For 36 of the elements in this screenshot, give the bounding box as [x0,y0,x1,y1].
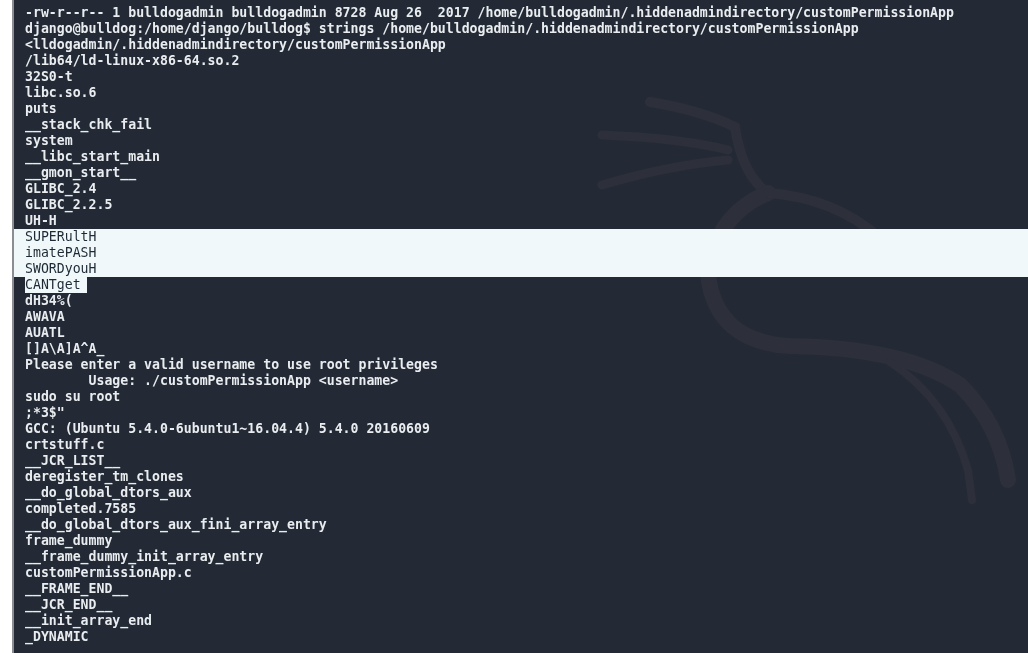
terminal-line: <lldogadmin/.hiddenadmindirectory/customPermissionApp [25,37,446,53]
terminal-line: __init_array_end [25,613,153,629]
terminal-line: __do_global_dtors_aux_fini_array_entry [25,517,327,533]
terminal-line: ;*3$" [25,405,65,421]
terminal-line: GCC: (Ubuntu 5.4.0-6ubuntu1~16.04.4) 5.4.0 20160609 [25,421,430,437]
terminal-line: /lib64/ld-linux-x86-64.so.2 [25,53,240,69]
terminal-line: AWAVA [25,309,65,325]
terminal-line: __stack_chk_fail [25,117,153,133]
terminal-line: Please enter a valid username to use root privileges [25,357,438,373]
terminal-line: __frame_dummy_init_array_entry [25,549,264,565]
terminal-line: GLIBC_2.4 [25,181,97,197]
terminal-line: __libc_start_main [25,149,160,165]
terminal-line: frame_dummy [25,533,113,549]
terminal-line: _DYNAMIC [25,629,89,645]
terminal-line: customPermissionApp.c [25,565,192,581]
terminal-line: crtstuff.c [25,437,105,453]
terminal-line: puts [25,101,57,117]
terminal-line: django@bulldog:/home/django/bulldog$ strings /home/bulldogadmin/.hiddenadmindirectory/customPermissionApp [25,21,859,37]
terminal-line: -rw-r--r-- 1 bulldogadmin bulldogadmin 8728 Aug 26 2017 /home/bulldogadmin/.hiddenadmindirectory/customPermissionApp [25,5,954,21]
terminal-line: __do_global_dtors_aux [25,485,192,501]
terminal-line: libc.so.6 [25,85,97,101]
terminal-line: __JCR_END__ [25,597,113,613]
terminal-line: dH34%( [25,293,73,309]
terminal-line: []A\A]A^A_ [25,341,105,357]
terminal-line: __JCR_LIST__ [25,453,121,469]
terminal-line: 32S0-t [25,69,73,85]
terminal-line: sudo su root [25,389,121,405]
terminal-line: __FRAME_END__ [25,581,129,597]
terminal-line: Usage: ./customPermissionApp <username> [87,373,399,389]
terminal-line: system [25,133,73,149]
terminal-line: deregister_tm_clones [25,469,184,485]
terminal-line: AUATL [25,325,65,341]
terminal-line: __gmon_start__ [25,165,137,181]
terminal-line: completed.7585 [25,501,137,517]
terminal-line: GLIBC_2.2.5 [25,197,113,213]
terminal-line: UH-H [25,213,57,229]
